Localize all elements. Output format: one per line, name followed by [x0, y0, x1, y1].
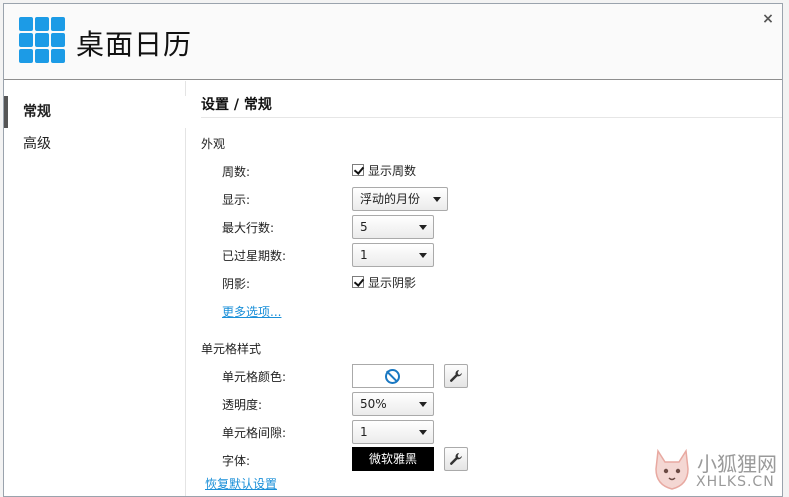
close-button[interactable]: × — [761, 12, 775, 26]
title-divider — [201, 117, 782, 118]
cell-style-heading: 单元格样式 — [201, 342, 262, 356]
watermark-title: 小狐狸网 — [697, 452, 777, 476]
font-settings-button[interactable] — [444, 447, 468, 471]
app-title: 桌面日历 — [76, 28, 193, 61]
display-select[interactable]: 浮动的月份 — [352, 187, 448, 211]
shadow-option: 显示阴影 — [352, 274, 416, 290]
sidebar: 常规 高级 — [4, 81, 186, 496]
week-number-option: 显示周数 — [352, 162, 416, 178]
no-color-icon — [385, 369, 400, 384]
settings-content: 设置 / 常规 外观 周数: 显示周数 显示: 浮动的月份 最大行数: 5 已过… — [187, 81, 782, 496]
fox-logo-icon — [655, 448, 689, 490]
week-number-label: 周数: — [222, 165, 251, 179]
shadow-checkbox-label: 显示阴影 — [368, 275, 417, 290]
calendar-grid-logo-icon — [19, 17, 67, 65]
opacity-label: 透明度: — [222, 398, 263, 412]
max-rows-select-value: 5 — [360, 220, 368, 234]
restore-defaults-link[interactable]: 恢复默认设置 — [205, 475, 277, 492]
sidebar-item-general[interactable]: 常规 — [4, 96, 186, 128]
watermark-domain: XHLKS.CN — [696, 474, 775, 490]
week-number-checkbox[interactable] — [352, 164, 364, 176]
watermark: 小狐狸网 XHLKS.CN — [648, 445, 788, 495]
font-picker[interactable]: 微软雅黑 — [352, 447, 434, 471]
max-rows-select[interactable]: 5 — [352, 215, 434, 239]
opacity-select-value: 50% — [360, 397, 387, 411]
past-weeks-select-value: 1 — [360, 248, 368, 262]
display-label: 显示: — [222, 193, 251, 207]
chevron-down-icon — [419, 402, 427, 407]
chevron-down-icon — [433, 197, 441, 202]
past-weeks-label: 已过星期数: — [222, 249, 287, 263]
week-number-checkbox-label: 显示周数 — [368, 163, 417, 178]
shadow-label: 阴影: — [222, 277, 251, 291]
chevron-down-icon — [419, 430, 427, 435]
cell-spacing-select-value: 1 — [360, 425, 368, 439]
past-weeks-select[interactable]: 1 — [352, 243, 434, 267]
cell-color-settings-button[interactable] — [444, 364, 468, 388]
cell-spacing-label: 单元格间隙: — [222, 426, 287, 440]
settings-window: 桌面日历 × 常规 高级 设置 / 常规 外观 周数: 显示周数 显示: 浮动的… — [3, 3, 783, 497]
display-select-value: 浮动的月份 — [360, 192, 421, 206]
cell-spacing-select[interactable]: 1 — [352, 420, 434, 444]
cell-color-picker[interactable] — [352, 364, 434, 388]
chevron-down-icon — [419, 225, 427, 230]
wrench-icon — [450, 453, 462, 465]
chevron-down-icon — [419, 253, 427, 258]
appearance-heading: 外观 — [201, 137, 226, 151]
cell-color-label: 单元格颜色: — [222, 370, 287, 384]
shadow-checkbox[interactable] — [352, 276, 364, 288]
more-options-link[interactable]: 更多选项... — [222, 303, 281, 320]
sidebar-item-advanced[interactable]: 高级 — [4, 128, 186, 160]
wrench-icon — [450, 370, 462, 382]
font-label: 字体: — [222, 454, 251, 468]
title-bar: 桌面日历 × — [4, 4, 782, 80]
opacity-select[interactable]: 50% — [352, 392, 434, 416]
page-title: 设置 / 常规 — [201, 97, 272, 113]
max-rows-label: 最大行数: — [222, 221, 275, 235]
